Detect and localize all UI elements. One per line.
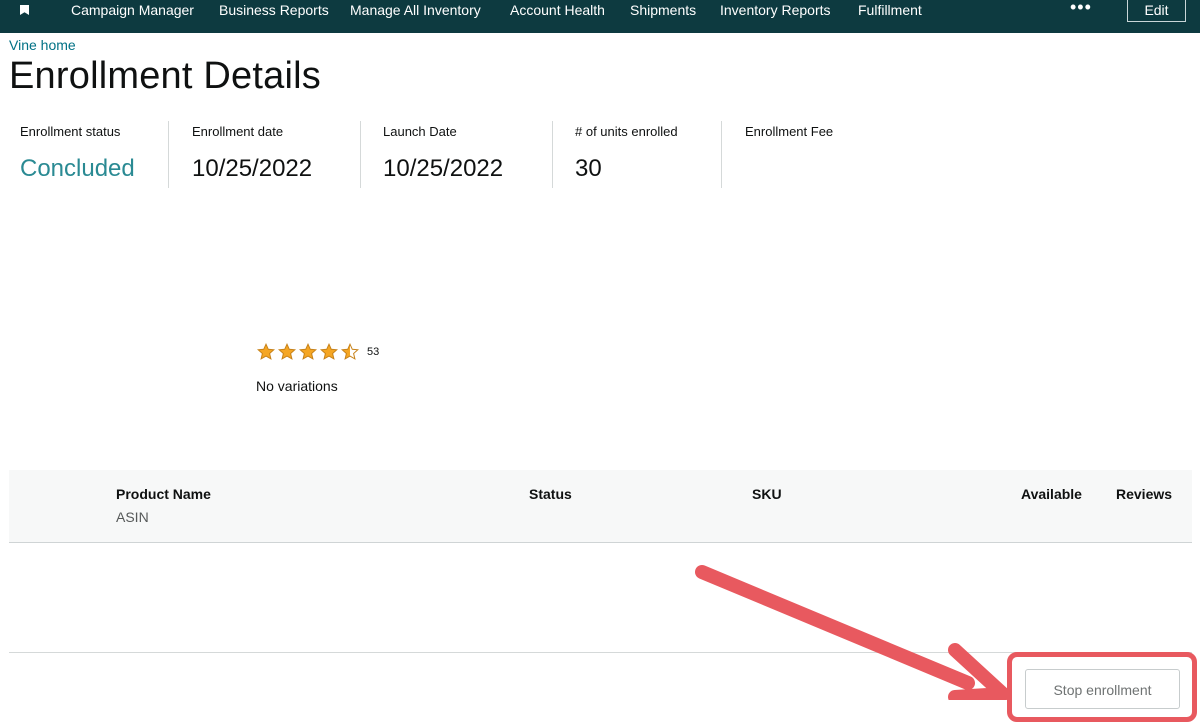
annotation-arrow-shaft (695, 565, 975, 690)
annotation-highlight-box (1007, 652, 1197, 722)
annotation-arrow (695, 565, 1010, 700)
